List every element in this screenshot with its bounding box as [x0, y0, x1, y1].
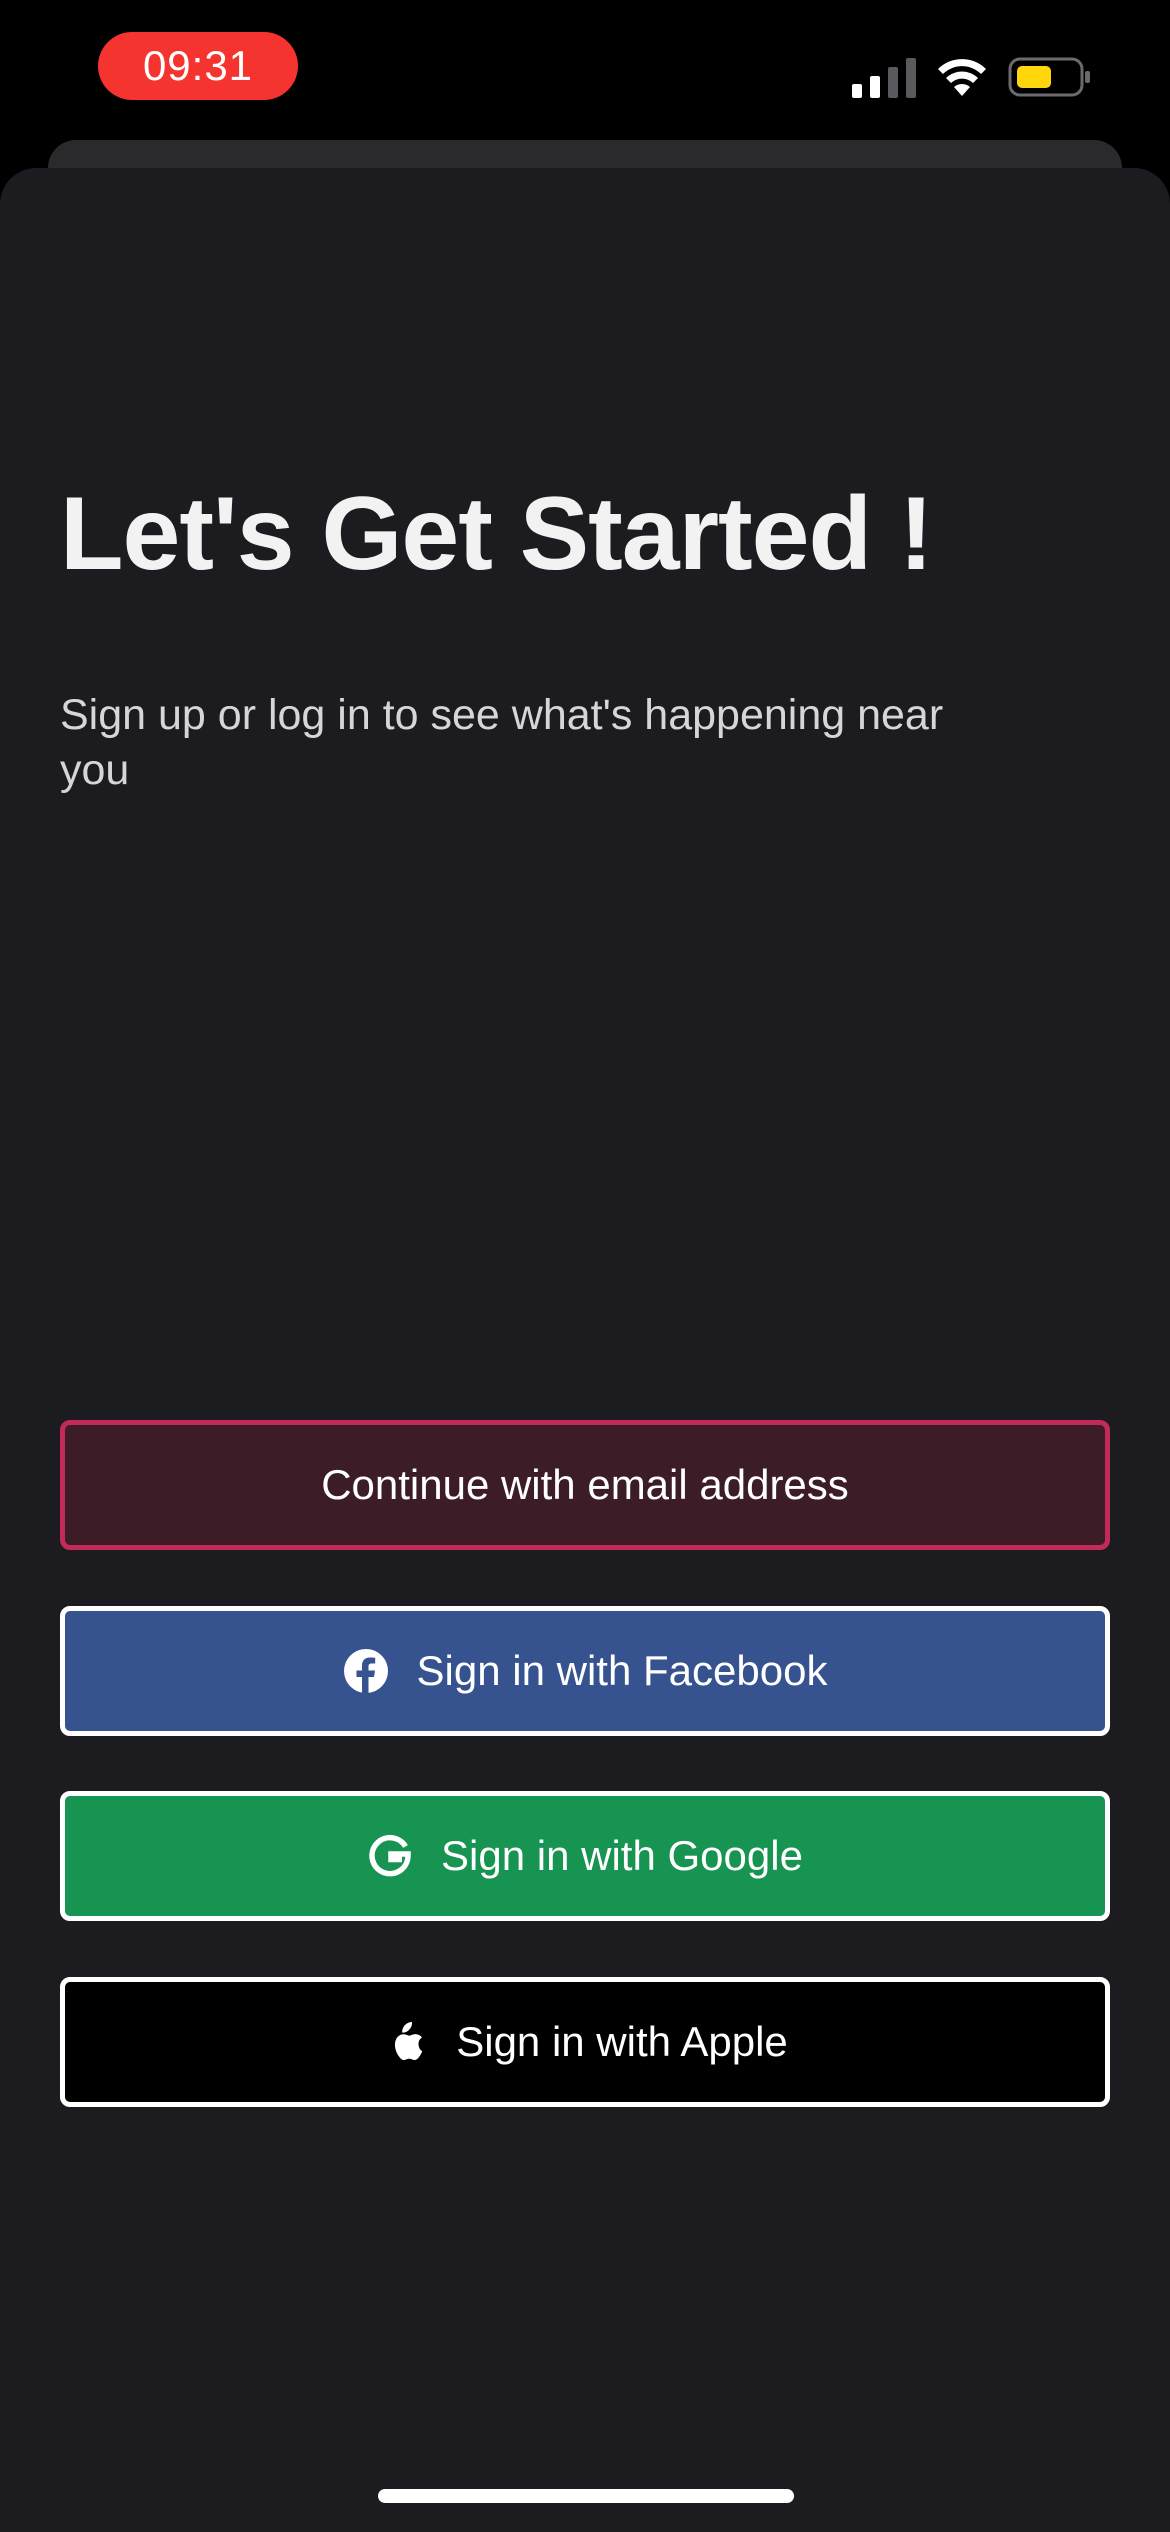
wifi-icon — [938, 59, 986, 96]
battery-icon — [1008, 57, 1090, 97]
facebook-icon — [343, 1648, 389, 1694]
sign-in-facebook-button[interactable]: Sign in with Facebook — [60, 1606, 1110, 1736]
sign-in-google-button[interactable]: Sign in with Google — [60, 1791, 1110, 1921]
apple-button-label: Sign in with Apple — [456, 2018, 788, 2065]
facebook-button-label: Sign in with Facebook — [416, 1647, 828, 1694]
google-icon — [367, 1833, 413, 1879]
apple-icon — [382, 2019, 428, 2065]
continue-with-email-button[interactable]: Continue with email address — [60, 1420, 1110, 1550]
status-time: 09:31 — [98, 32, 298, 100]
google-button-label: Sign in with Google — [441, 1832, 803, 1879]
signal-icon — [852, 58, 916, 98]
sign-in-apple-button[interactable]: Sign in with Apple — [60, 1977, 1110, 2107]
page-title: Let's Get Started ! — [60, 476, 934, 592]
email-button-label: Continue with email address — [321, 1461, 849, 1508]
page-subtitle: Sign up or log in to see what's happenin… — [60, 691, 944, 794]
home-indicator[interactable] — [378, 2489, 794, 2503]
status-bar: 09:31 — [0, 0, 1170, 150]
